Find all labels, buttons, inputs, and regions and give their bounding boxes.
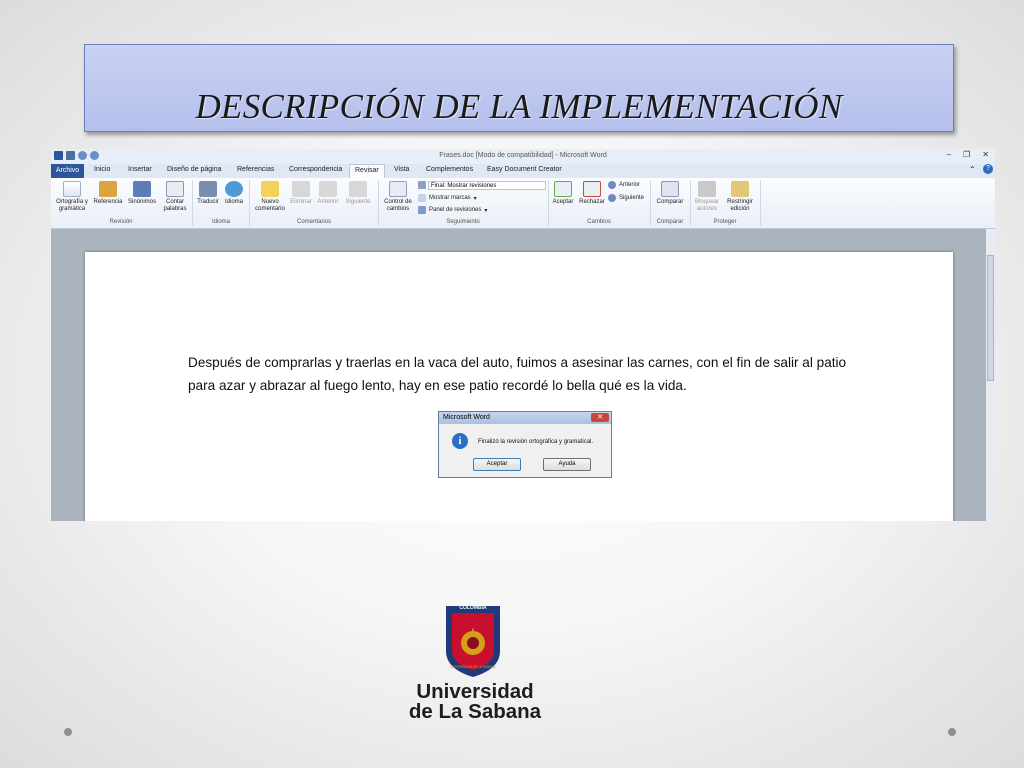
- next-change-icon: [608, 194, 616, 202]
- group-label-seguimiento: Seguimiento: [446, 219, 480, 225]
- decorative-dot: [948, 728, 956, 736]
- help-icon[interactable]: ?: [983, 164, 993, 174]
- previous-change-icon: [608, 181, 616, 189]
- reject-change-button[interactable]: Rechazar: [577, 181, 607, 206]
- group-label-comparar: Comparar: [656, 219, 684, 225]
- window-controls: – ❐ ✕: [947, 150, 989, 159]
- slide-title-box: DESCRIPCIÓN DE LA IMPLEMENTACIÓN: [84, 44, 954, 132]
- vertical-scrollbar[interactable]: [986, 229, 995, 521]
- ribbon-revisar: Ortografía y gramática Referencia Sinóni…: [51, 178, 995, 229]
- next-change-button[interactable]: Siguiente: [608, 194, 644, 202]
- group-divider: [249, 180, 250, 226]
- restore-icon[interactable]: ❐: [963, 150, 970, 159]
- shield-ring-text: UNIVERSIDAD DE LA SABANA: [450, 665, 496, 669]
- group-divider: [760, 180, 761, 226]
- dialog-accept-button[interactable]: Aceptar: [473, 458, 521, 471]
- group-label-comentarios: Comentarios: [296, 219, 331, 225]
- restrict-editing-icon: [731, 181, 749, 197]
- previous-comment-icon: [319, 181, 337, 197]
- tab-insertar[interactable]: Insertar: [128, 166, 152, 173]
- reviewing-pane-icon: [418, 206, 426, 214]
- accept-change-icon: [554, 181, 572, 197]
- show-markup-icon: [418, 194, 426, 202]
- tab-archivo[interactable]: Archivo: [51, 164, 84, 178]
- new-comment-icon: [261, 181, 279, 197]
- research-button[interactable]: Referencia: [91, 181, 125, 206]
- delete-comment-button[interactable]: Eliminar: [288, 181, 314, 206]
- group-divider: [192, 180, 193, 226]
- next-comment-button[interactable]: Siguiente: [343, 181, 373, 206]
- new-comment-button[interactable]: Nuevo comentario: [252, 181, 288, 213]
- group-label-proteger: Proteger: [713, 219, 737, 225]
- info-icon: i: [452, 433, 468, 449]
- dialog-title: Microsoft Word: [443, 414, 490, 421]
- translate-icon: [199, 181, 217, 197]
- track-changes-button[interactable]: Control de cambios: [380, 181, 416, 213]
- dialog-title-bar: Microsoft Word ✕: [439, 412, 611, 424]
- spelling-grammar-button[interactable]: Ortografía y gramática: [54, 181, 90, 213]
- ribbon-tabs: Archivo Inicio Insertar Diseño de página…: [51, 164, 995, 179]
- delete-comment-icon: [292, 181, 310, 197]
- dialog-close-icon[interactable]: ✕: [591, 413, 609, 422]
- show-markup-button[interactable]: Mostrar marcas ▾: [418, 194, 477, 202]
- decorative-dot: [64, 728, 72, 736]
- tab-complementos[interactable]: Complementos: [426, 166, 473, 173]
- reject-change-icon: [583, 181, 601, 197]
- group-label-idioma: Idioma: [211, 219, 230, 225]
- research-book-icon: [99, 181, 117, 197]
- block-authors-icon: [698, 181, 716, 197]
- university-logo: COLOMBIA UNIVERSIDAD DE LA SABANA Univer…: [400, 603, 550, 723]
- dialog-help-button[interactable]: Ayuda: [543, 458, 591, 471]
- display-review-icon: [418, 181, 426, 189]
- window-title: Frases.doc [Modo de compatibilidad] - Mi…: [439, 152, 607, 159]
- translate-button[interactable]: Traducir: [194, 181, 222, 206]
- language-globe-icon: [225, 181, 243, 197]
- university-name-line2: de La Sabana: [408, 700, 542, 723]
- thesaurus-button[interactable]: Sinónimos: [126, 181, 158, 206]
- dialog-message: Finalizó la revisión ortográfica y grama…: [478, 439, 594, 445]
- block-authors-button[interactable]: Bloquear autores: [692, 181, 722, 213]
- document-body-text: Después de comprarlas y traerlas en la v…: [188, 355, 847, 393]
- previous-comment-button[interactable]: Anterior: [315, 181, 341, 206]
- spelling-complete-dialog: Microsoft Word ✕ i Finalizó la revisión …: [438, 411, 612, 478]
- accept-change-button[interactable]: Aceptar: [550, 181, 576, 206]
- scrollbar-thumb[interactable]: [987, 255, 994, 381]
- group-label-cambios: Cambios: [587, 219, 611, 225]
- tab-referencias[interactable]: Referencias: [237, 166, 274, 173]
- track-changes-icon: [389, 181, 407, 197]
- group-label-revision: Revisión: [109, 219, 133, 225]
- tab-correspondencia[interactable]: Correspondencia: [289, 166, 342, 173]
- university-name-line1: Universidad: [416, 680, 534, 703]
- compare-icon: [661, 181, 679, 197]
- shield-country: COLOMBIA: [459, 605, 487, 611]
- restrict-editing-button[interactable]: Restringir edición: [723, 181, 757, 213]
- previous-change-button[interactable]: Anterior: [608, 181, 640, 189]
- next-comment-icon: [349, 181, 367, 197]
- tab-inicio[interactable]: Inicio: [94, 166, 110, 173]
- display-review-icon-wrap: [418, 181, 426, 189]
- word-count-icon: [166, 181, 184, 197]
- minimize-icon[interactable]: –: [947, 150, 951, 159]
- compare-button[interactable]: Comparar: [653, 181, 687, 206]
- tab-vista[interactable]: Vista: [394, 166, 409, 173]
- close-icon[interactable]: ✕: [982, 150, 989, 159]
- spelling-check-icon: [63, 181, 81, 197]
- ribbon-minimize-icon[interactable]: ⌃: [969, 165, 976, 174]
- word-count-button[interactable]: Contar palabras: [160, 181, 190, 213]
- tab-easy-document-creator[interactable]: Easy Document Creator: [487, 166, 562, 173]
- reviewing-pane-button[interactable]: Panel de revisiones ▾: [418, 206, 487, 214]
- language-button[interactable]: Idioma: [222, 181, 246, 206]
- thesaurus-icon: [133, 181, 151, 197]
- tab-diseno-pagina[interactable]: Diseño de página: [167, 166, 222, 173]
- tab-revisar[interactable]: Revisar: [349, 164, 385, 179]
- word-title-bar: Frases.doc [Modo de compatibilidad] - Mi…: [51, 149, 995, 164]
- display-for-review-dropdown[interactable]: Final: Mostrar revisiones: [428, 181, 546, 190]
- slide-title: DESCRIPCIÓN DE LA IMPLEMENTACIÓN: [195, 87, 843, 126]
- university-shield: COLOMBIA UNIVERSIDAD DE LA SABANA: [444, 603, 502, 679]
